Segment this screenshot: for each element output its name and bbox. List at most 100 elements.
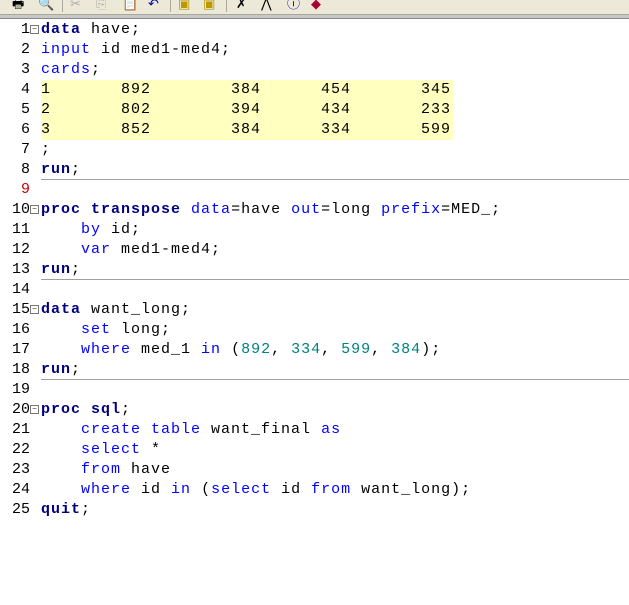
line-number: 20 xyxy=(11,401,30,418)
code-line[interactable]: 20− proc sql; xyxy=(0,400,629,420)
line-number: 2 xyxy=(20,41,30,58)
line-number: 18 xyxy=(11,361,30,378)
line-number: 9 xyxy=(20,181,30,198)
code-text: ; xyxy=(71,361,82,378)
code-line[interactable]: 24 where id in (select id from want_long… xyxy=(0,480,629,500)
code-line[interactable]: 22 select * xyxy=(0,440,629,460)
code-line[interactable]: 8 run; xyxy=(0,160,629,180)
statement: in xyxy=(201,341,222,358)
code-text: =have xyxy=(231,201,292,218)
code-text: long; xyxy=(111,321,172,338)
line-number: 23 xyxy=(11,461,30,478)
number-literal: 384 xyxy=(391,341,422,358)
copy-icon[interactable]: ⎘ xyxy=(96,0,106,13)
code-line[interactable]: 2 input id med1-med4; xyxy=(0,40,629,60)
code-line[interactable]: 23 from have xyxy=(0,460,629,480)
collapse-icon[interactable]: − xyxy=(30,205,39,214)
code-content: from have xyxy=(41,460,171,480)
code-text: ; xyxy=(91,61,102,78)
collapse-icon[interactable]: − xyxy=(30,305,39,314)
explorer-icon[interactable]: ▣ xyxy=(203,0,215,13)
cut-icon[interactable]: ✂ xyxy=(70,0,81,13)
statement: where xyxy=(81,481,132,498)
print-icon[interactable]: 🖶 xyxy=(12,0,24,13)
print-preview-icon[interactable]: 🔍 xyxy=(38,0,54,13)
code-line[interactable]: 14 xyxy=(0,280,629,300)
code-content: create table want_final as xyxy=(41,420,341,440)
code-line[interactable]: 25 quit; xyxy=(0,500,629,520)
code-content: 3 852 384 334 599 xyxy=(41,120,453,140)
code-line[interactable]: 12 var med1-med4; xyxy=(0,240,629,260)
code-content: data have; xyxy=(41,20,141,40)
code-line[interactable]: 19 xyxy=(0,380,629,400)
code-content xyxy=(41,380,51,400)
code-content: var med1-med4; xyxy=(41,240,221,260)
code-content: where med_1 in (892, 334, 599, 384); xyxy=(41,340,441,360)
code-content: set long; xyxy=(41,320,171,340)
code-text: want_long); xyxy=(351,481,472,498)
line-number: 5 xyxy=(20,101,30,118)
code-text: =long xyxy=(321,201,382,218)
code-content: 2 802 394 434 233 xyxy=(41,100,453,120)
line-number: 19 xyxy=(11,381,30,398)
code-text: ; xyxy=(71,161,82,178)
statement: from xyxy=(81,461,122,478)
book-icon[interactable]: ◆ xyxy=(311,0,321,13)
new-library-icon[interactable]: ▣ xyxy=(178,0,190,13)
help-icon[interactable]: ⓘ xyxy=(287,0,300,13)
code-line[interactable]: 16 set long; xyxy=(0,320,629,340)
code-line[interactable]: 10− proc transpose data=have out=long pre… xyxy=(0,200,629,220)
code-text: want_final xyxy=(201,421,322,438)
line-number: 7 xyxy=(20,141,30,158)
line-number: 17 xyxy=(11,341,30,358)
code-line[interactable]: 9 xyxy=(0,180,629,200)
statement: out xyxy=(291,201,322,218)
number-literal: 599 xyxy=(341,341,372,358)
code-text: id xyxy=(271,481,312,498)
code-content: quit; xyxy=(41,500,91,520)
code-line[interactable]: 13 run; xyxy=(0,260,629,280)
cancel-icon[interactable]: ⋀ xyxy=(261,0,272,13)
code-text: med_1 xyxy=(131,341,202,358)
code-line[interactable]: 21 create table want_final as xyxy=(0,420,629,440)
code-line[interactable]: 18 run; xyxy=(0,360,629,380)
statement: by xyxy=(81,221,102,238)
undo-icon[interactable]: ↶ xyxy=(148,0,159,13)
code-line[interactable]: 3 cards; xyxy=(0,60,629,80)
line-number: 6 xyxy=(20,121,30,138)
code-text: med1-med4; xyxy=(111,241,222,258)
code-content xyxy=(41,180,51,200)
collapse-icon[interactable]: − xyxy=(30,25,39,34)
code-text: want_long; xyxy=(81,301,192,318)
statement: where xyxy=(81,341,132,358)
collapse-icon[interactable]: − xyxy=(30,405,39,414)
code-line[interactable]: 4 1 892 384 454 345 xyxy=(0,80,629,100)
code-line[interactable]: 5 2 802 394 434 233 xyxy=(0,100,629,120)
line-number: 1 xyxy=(20,21,30,38)
code-content: ; xyxy=(41,140,51,160)
line-number: 16 xyxy=(11,321,30,338)
code-text: 2 802 394 434 233 xyxy=(41,101,452,118)
paste-icon[interactable]: 📋 xyxy=(122,0,138,13)
code-line[interactable]: 15− data want_long; xyxy=(0,300,629,320)
statement: var xyxy=(81,241,112,258)
code-content: where id in (select id from want_long); xyxy=(41,480,471,500)
code-line[interactable]: 11 by id; xyxy=(0,220,629,240)
code-line[interactable]: 1− data have; xyxy=(0,20,629,40)
line-number: 14 xyxy=(11,281,30,298)
statement: set xyxy=(81,321,112,338)
code-line[interactable]: 17 where med_1 in (892, 334, 599, 384); xyxy=(0,340,629,360)
code-line[interactable]: 6 3 852 384 334 599 xyxy=(0,120,629,140)
run-icon[interactable]: ✗ xyxy=(236,0,247,13)
keyword: run xyxy=(41,261,72,278)
statement: input xyxy=(41,41,92,58)
code-line[interactable]: 7; xyxy=(0,140,629,160)
code-content: data want_long; xyxy=(41,300,191,320)
code-editor[interactable]: 1− data have; 2 input id med1-med4; 3 cards; 4… xyxy=(0,20,629,520)
code-text: 1 892 384 454 345 xyxy=(41,81,452,98)
